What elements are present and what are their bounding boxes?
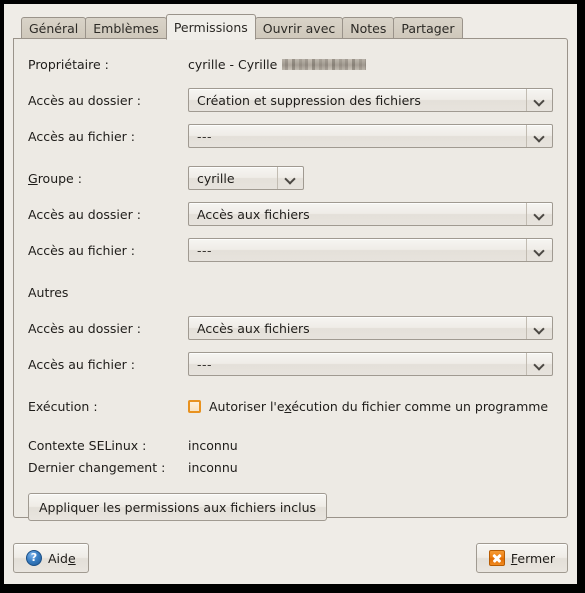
others-folder-access-value: Accès aux fichiers: [197, 320, 310, 336]
owner-file-access-label: Accès au fichier :: [28, 128, 135, 144]
others-file-access-value: ---: [197, 356, 213, 372]
properties-dialog: Général Emblèmes Permissions Ouvrir avec…: [4, 4, 577, 584]
group-value: cyrille: [197, 170, 235, 186]
chevron-down-icon: [277, 167, 303, 189]
selinux-row: Contexte SELinux : inconnu: [28, 435, 553, 455]
chevron-down-icon: [526, 239, 552, 261]
owner-value: cyrille - Cyrille: [188, 56, 278, 72]
apply-button-wrap: Appliquer les permissions aux fichiers i…: [28, 489, 553, 521]
allow-execute-checkbox[interactable]: [188, 399, 201, 413]
chevron-down-icon: [526, 353, 552, 375]
owner-folder-access-select[interactable]: Création et suppression des fichiers: [188, 88, 553, 112]
owner-file-access-value: ---: [197, 128, 213, 144]
group-folder-access-label: Accès au dossier :: [28, 206, 141, 222]
group-file-access-select[interactable]: ---: [188, 238, 553, 262]
others-folder-access-select[interactable]: Accès aux fichiers: [188, 316, 553, 340]
selinux-label: Contexte SELinux :: [28, 437, 147, 453]
group-label: Groupe :: [28, 170, 82, 186]
owner-folder-access-row: Accès au dossier : Création et suppressi…: [28, 88, 553, 112]
owner-row: Propriétaire : cyrille - Cyrille: [28, 53, 553, 75]
execution-label: Exécution :: [28, 398, 98, 414]
notebook: Général Emblèmes Permissions Ouvrir avec…: [13, 13, 568, 521]
last-change-row: Dernier changement : inconnu: [28, 457, 553, 477]
others-file-access-select[interactable]: ---: [188, 352, 553, 376]
owner-folder-access-value: Création et suppression des fichiers: [197, 92, 421, 108]
owner-folder-access-label: Accès au dossier :: [28, 92, 141, 108]
close-x-icon: [488, 550, 505, 566]
tab-ouvrir-avec[interactable]: Ouvrir avec: [254, 17, 344, 39]
group-file-access-row: Accès au fichier : ---: [28, 238, 553, 262]
chevron-down-icon: [526, 125, 552, 147]
selinux-value: inconnu: [188, 437, 238, 453]
others-label: Autres: [28, 284, 69, 300]
help-button[interactable]: ? Aide: [13, 543, 89, 573]
group-folder-access-select[interactable]: Accès aux fichiers: [188, 202, 553, 226]
group-row: Groupe : cyrille: [28, 166, 553, 190]
tab-permissions[interactable]: Permissions: [165, 14, 256, 40]
group-folder-access-value: Accès aux fichiers: [197, 206, 310, 222]
tab-notes[interactable]: Notes: [342, 17, 395, 39]
owner-file-access-select[interactable]: ---: [188, 124, 553, 148]
dialog-action-bar: ? Aide Fermer: [13, 541, 568, 575]
permissions-panel: Propriétaire : cyrille - Cyrille Accès a…: [13, 38, 568, 521]
others-file-access-row: Accès au fichier : ---: [28, 352, 553, 376]
others-file-access-label: Accès au fichier :: [28, 356, 135, 372]
execution-row: Exécution : Autoriser l'exécution du fic…: [28, 395, 553, 417]
chevron-down-icon: [526, 317, 552, 339]
owner-value-group: cyrille - Cyrille: [188, 56, 367, 72]
others-folder-access-label: Accès au dossier :: [28, 320, 141, 336]
last-change-label: Dernier changement :: [28, 459, 166, 475]
owner-file-access-row: Accès au fichier : ---: [28, 124, 553, 148]
others-folder-access-row: Accès au dossier : Accès aux fichiers: [28, 316, 553, 340]
close-button[interactable]: Fermer: [475, 543, 568, 573]
tab-emblemes[interactable]: Emblèmes: [85, 17, 167, 39]
owner-label: Propriétaire :: [28, 56, 109, 72]
apply-permissions-button[interactable]: Appliquer les permissions aux fichiers i…: [28, 493, 328, 521]
close-button-label: Fermer: [510, 550, 555, 566]
redacted-name-block: [282, 58, 367, 70]
group-folder-access-row: Accès au dossier : Accès aux fichiers: [28, 202, 553, 226]
window-frame: Général Emblèmes Permissions Ouvrir avec…: [0, 0, 585, 593]
group-select[interactable]: cyrille: [188, 166, 304, 190]
group-label-rest: roupe :: [37, 170, 82, 186]
chevron-down-icon: [526, 89, 552, 111]
allow-execute-label[interactable]: Autoriser l'exécution du fichier comme u…: [209, 399, 548, 414]
help-button-label: Aide: [48, 550, 76, 566]
others-row: Autres: [28, 281, 553, 303]
chevron-down-icon: [526, 203, 552, 225]
tab-bar: Général Emblèmes Permissions Ouvrir avec…: [13, 13, 568, 40]
tab-general[interactable]: Général: [21, 17, 87, 39]
group-file-access-value: ---: [197, 242, 213, 258]
tab-partager[interactable]: Partager: [393, 17, 463, 39]
last-change-value: inconnu: [188, 459, 238, 475]
help-circle-icon: ?: [26, 550, 42, 566]
group-file-access-label: Accès au fichier :: [28, 242, 135, 258]
